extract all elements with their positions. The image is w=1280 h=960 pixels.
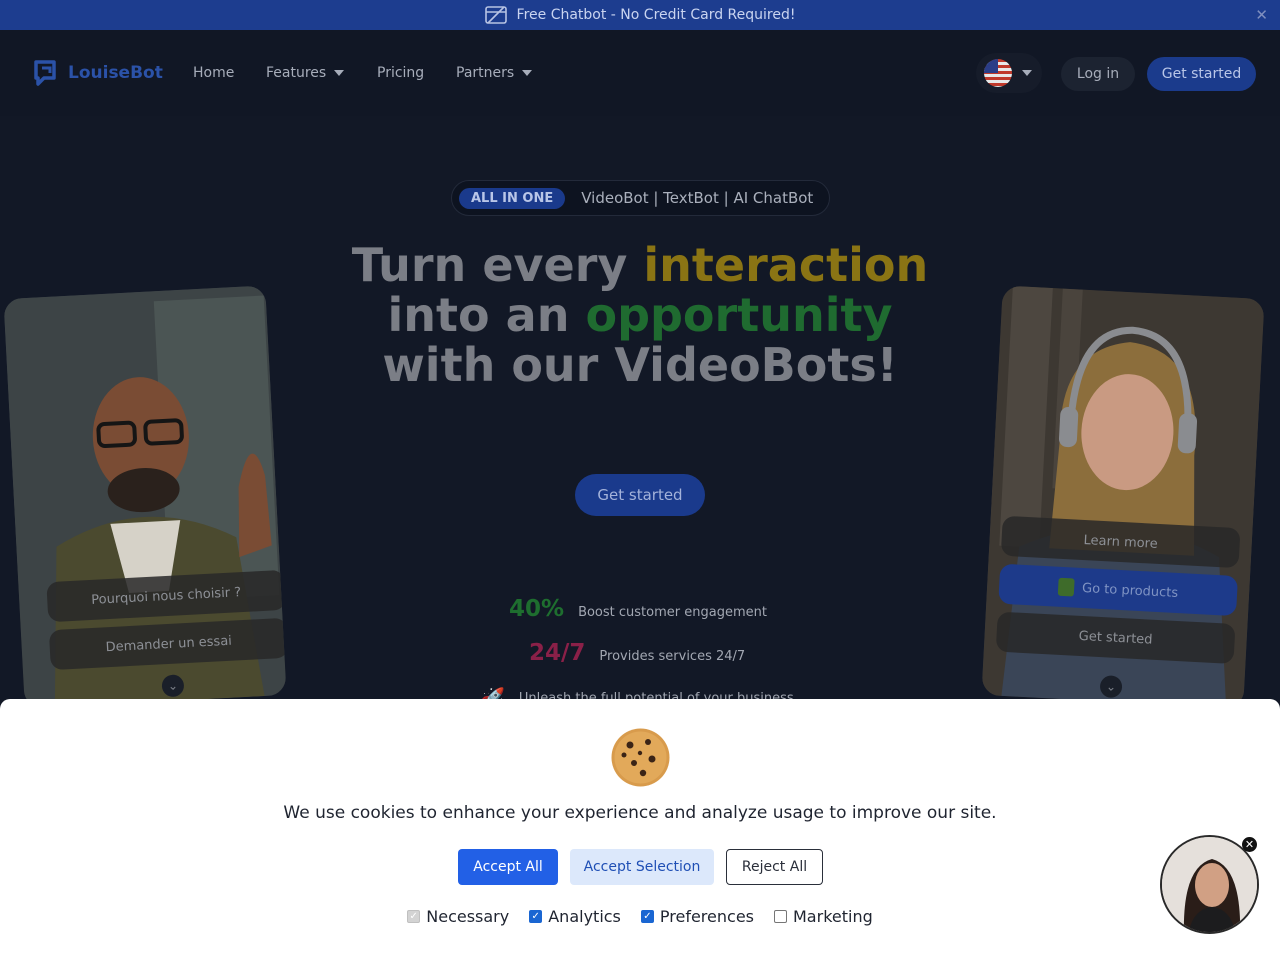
brand-logo[interactable]: LouiseBot <box>30 58 163 88</box>
promo-banner: Free Chatbot - No Credit Card Required! … <box>0 0 1280 30</box>
brand-name: LouiseBot <box>68 63 163 83</box>
hero-title: Turn every interaction into an opportuni… <box>340 240 940 390</box>
stat-engagement: 40% Boost customer engagement <box>509 596 767 622</box>
us-flag-icon <box>984 59 1012 87</box>
preferences-checkbox[interactable]: ✓ <box>640 910 654 923</box>
no-card-icon <box>484 6 507 24</box>
videobot-card-right[interactable]: Learn more Go to products Get started ⌄ <box>981 285 1265 709</box>
stat-number: 40% <box>509 596 565 622</box>
nav-partners-label: Partners <box>456 65 515 81</box>
accept-selection-button[interactable]: Accept Selection <box>570 849 714 885</box>
close-icon[interactable]: ✕ <box>1255 6 1268 24</box>
hero-title-highlight-gold: interaction <box>643 238 929 292</box>
stat-label: Boost customer engagement <box>578 605 767 620</box>
necessary-checkbox: ✓ <box>407 910 421 923</box>
option-label: Necessary <box>426 907 510 926</box>
stat-number: 24/7 <box>529 640 586 666</box>
logo-icon <box>34 60 56 86</box>
hero-title-part: Turn every <box>351 238 644 292</box>
assistant-portrait <box>1162 837 1257 932</box>
hero-title-part: into an <box>387 288 586 342</box>
go-to-products-label: Go to products <box>1081 580 1179 601</box>
option-label: Marketing <box>793 907 873 926</box>
option-necessary: ✓ Necessary <box>407 907 509 926</box>
stat-label: Provides services 24/7 <box>599 649 746 664</box>
nav-home[interactable]: Home <box>193 65 234 81</box>
videobot-card-left[interactable]: Pourquoi nous choisir ? Demander un essa… <box>3 285 287 709</box>
cookie-options: ✓ Necessary ✓ Analytics ✓ Preferences Ma… <box>0 907 1280 926</box>
hero-title-highlight-green: opportunity <box>585 288 893 342</box>
marketing-checkbox[interactable] <box>774 910 787 923</box>
nav-features-label: Features <box>266 65 327 81</box>
option-marketing[interactable]: Marketing <box>774 907 873 926</box>
hero-title-part: with our VideoBots! <box>382 338 898 392</box>
analytics-checkbox[interactable]: ✓ <box>529 910 543 923</box>
option-label: Preferences <box>659 907 754 926</box>
hero-get-started-button[interactable]: Get started <box>575 474 705 516</box>
nav-partners[interactable]: Partners <box>456 65 533 81</box>
option-analytics[interactable]: ✓ Analytics <box>529 907 621 926</box>
cookie-message: We use cookies to enhance your experienc… <box>283 803 997 823</box>
pill-tagline: VideoBot | TextBot | AI ChatBot <box>581 189 814 207</box>
banner-text: Free Chatbot - No Credit Card Required! <box>516 7 796 23</box>
accept-all-button[interactable]: Accept All <box>458 849 558 885</box>
stat-availability: 24/7 Provides services 24/7 <box>529 640 745 666</box>
option-label: Analytics <box>548 907 621 926</box>
login-button[interactable]: Log in <box>1061 57 1135 91</box>
reject-all-button[interactable]: Reject All <box>726 849 823 885</box>
product-pill: ALL IN ONE VideoBot | TextBot | AI ChatB… <box>451 180 830 216</box>
chevron-down-icon <box>1022 70 1032 76</box>
chevron-down-icon <box>334 70 345 76</box>
nav-home-label: Home <box>193 65 235 81</box>
top-nav: LouiseBot Home Features Pricing Partners… <box>0 30 1280 116</box>
chevron-down-icon <box>522 70 533 76</box>
nav-features[interactable]: Features <box>266 65 345 81</box>
close-icon[interactable]: ✕ <box>1242 837 1257 852</box>
language-selector[interactable] <box>976 53 1042 93</box>
nav-pricing[interactable]: Pricing <box>377 65 424 81</box>
cookie-consent-panel: We use cookies to enhance your experienc… <box>0 699 1280 960</box>
cookie-icon <box>611 728 670 787</box>
nav-pricing-label: Pricing <box>377 65 425 81</box>
shopify-icon <box>1057 577 1075 597</box>
option-preferences[interactable]: ✓ Preferences <box>640 907 754 926</box>
get-started-nav-button[interactable]: Get started <box>1147 57 1256 91</box>
pill-tag: ALL IN ONE <box>459 187 566 209</box>
